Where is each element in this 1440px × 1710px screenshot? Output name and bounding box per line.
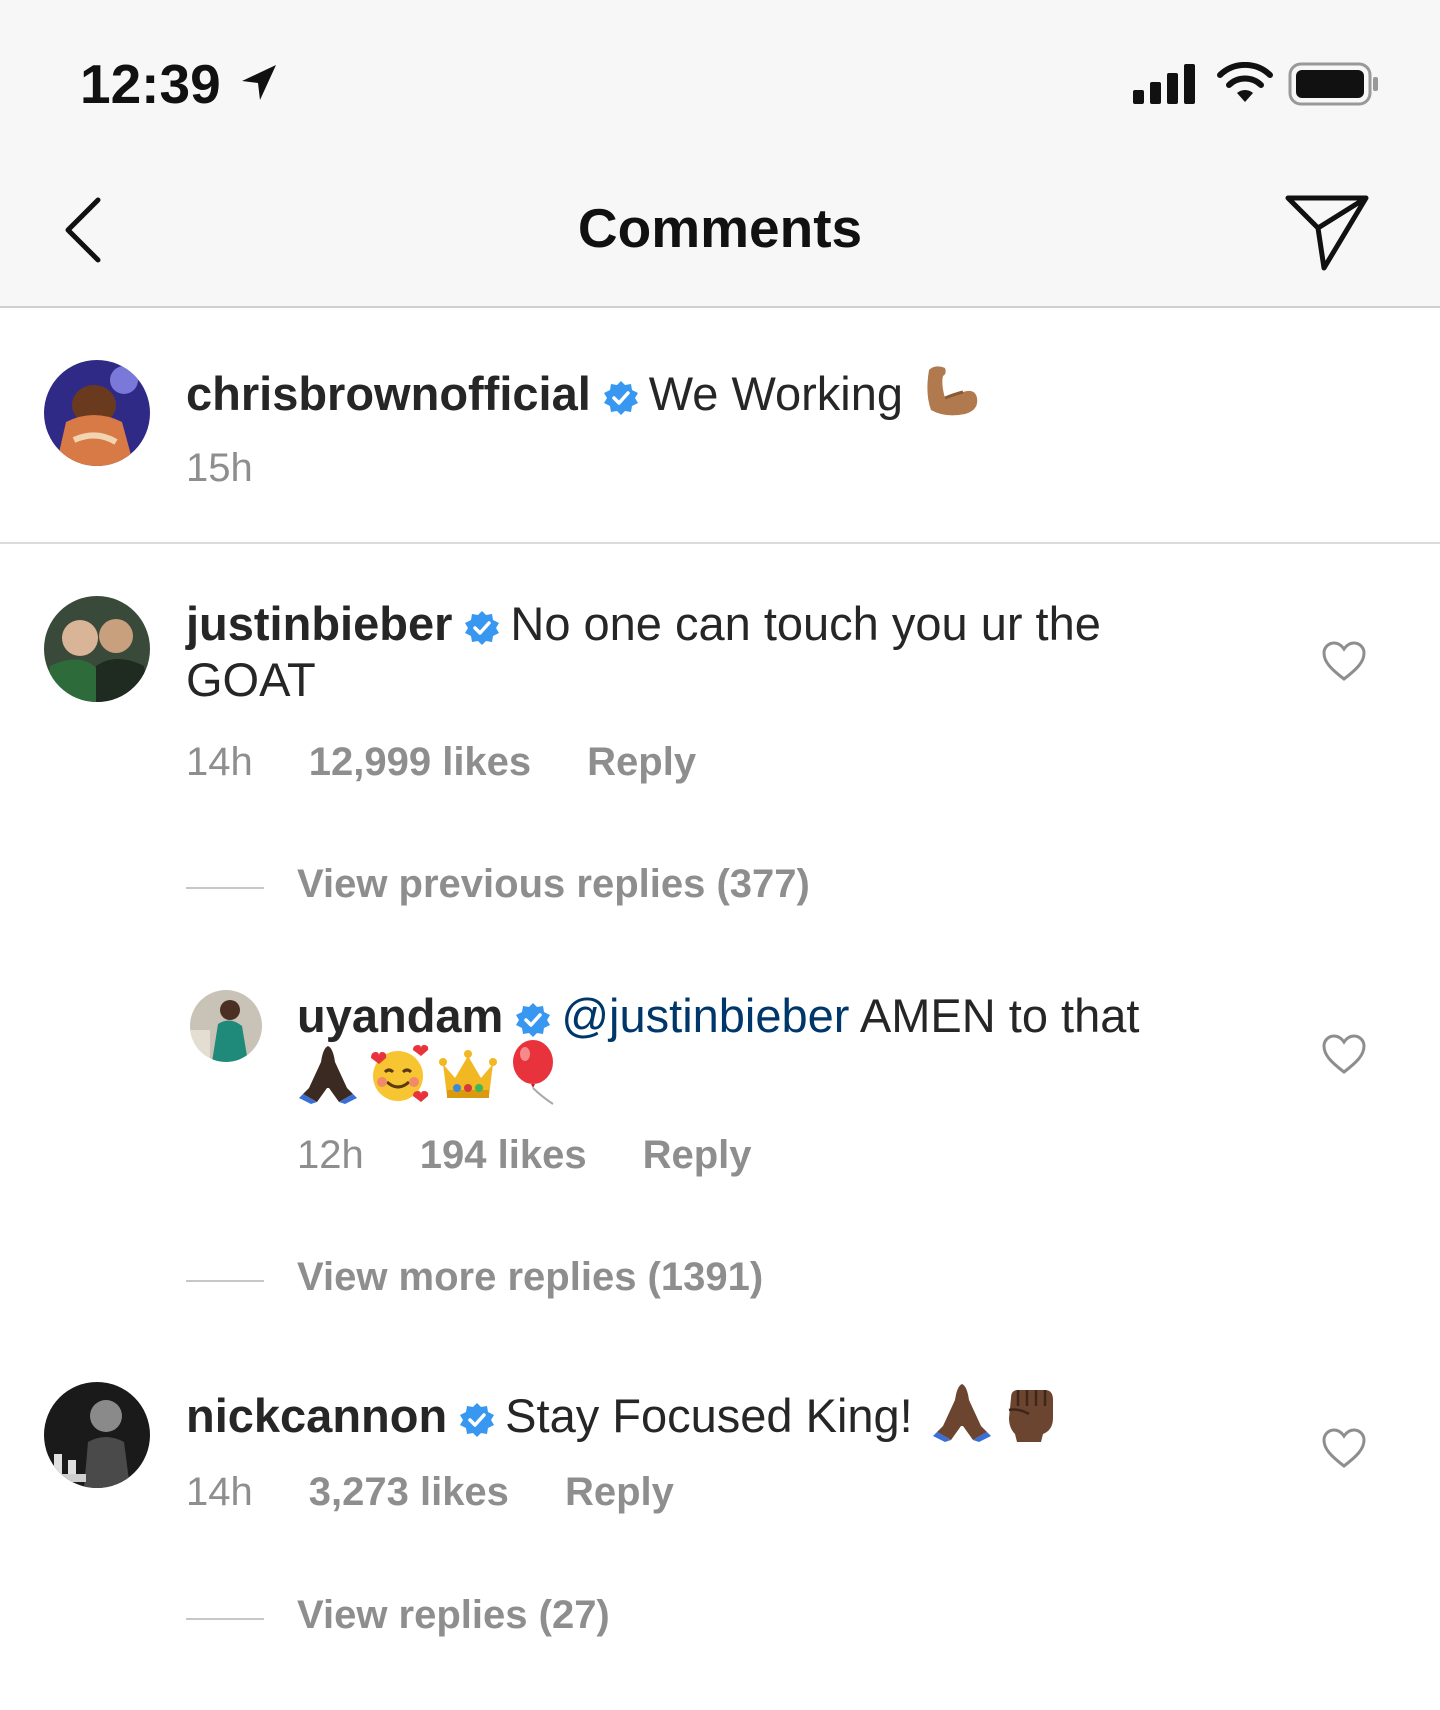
- view-replies-button[interactable]: View replies (27): [297, 1593, 610, 1638]
- verified-badge-icon: [603, 381, 638, 415]
- mention-link[interactable]: @justinbieber: [561, 989, 849, 1042]
- reply-meta: 12h 194 likes Reply: [297, 1133, 808, 1178]
- likes-count[interactable]: 3,273 likes: [309, 1470, 509, 1514]
- reply-timestamp: 12h: [297, 1133, 364, 1177]
- smiling-face-with-hearts-emoji: [371, 1045, 429, 1102]
- battery-icon: [1288, 62, 1378, 106]
- comment-timestamp: 14h: [186, 740, 253, 784]
- comment-timestamp: 14h: [186, 1470, 253, 1514]
- reply-button[interactable]: Reply: [587, 740, 696, 784]
- status-bar: 12:39: [0, 0, 1440, 150]
- comment-meta: 14h 12,999 likes Reply: [186, 740, 752, 785]
- username[interactable]: justinbieber: [186, 597, 452, 650]
- comment-text: nickcannon Stay Focused King!: [186, 1382, 1186, 1444]
- username[interactable]: nickcannon: [186, 1389, 447, 1442]
- likes-count[interactable]: 194 likes: [420, 1133, 587, 1177]
- nav-bar: Comments: [0, 150, 1440, 308]
- caption-timestamp: 15h: [186, 446, 253, 490]
- likes-count[interactable]: 12,999 likes: [309, 740, 531, 784]
- raised-fist-emoji: [1008, 1390, 1053, 1442]
- folded-hands-emoji: [932, 1384, 991, 1442]
- reply-text: uyandam @justinbieber AMEN to that: [297, 988, 1247, 1044]
- flexed-biceps-emoji: [927, 366, 978, 416]
- caption-body: We Working: [648, 367, 904, 420]
- verified-badge-icon: [516, 1003, 551, 1037]
- folded-hands-emoji: [299, 1046, 357, 1104]
- view-more-replies-button[interactable]: View more replies (1391): [297, 1255, 763, 1300]
- username[interactable]: chrisbrownofficial: [186, 367, 591, 420]
- verified-badge-icon: [460, 1403, 495, 1437]
- username[interactable]: uyandam: [297, 989, 503, 1042]
- paper-plane-icon[interactable]: [1282, 186, 1372, 276]
- divider-line: [186, 1280, 264, 1282]
- comment-meta: 14h 3,273 likes Reply: [186, 1470, 730, 1515]
- balloon-emoji: [513, 1040, 554, 1105]
- reply-button[interactable]: Reply: [565, 1470, 674, 1514]
- reply-body: AMEN to that: [859, 989, 1140, 1042]
- wifi-icon: [1217, 62, 1273, 102]
- reply-button[interactable]: Reply: [643, 1133, 752, 1177]
- avatar[interactable]: [44, 360, 150, 466]
- divider-line: [186, 887, 264, 889]
- avatar[interactable]: [190, 990, 262, 1062]
- caption-text: chrisbrownofficial We Working: [186, 364, 981, 422]
- comment-body: No one can touch you ur the: [510, 597, 1101, 650]
- page-title: Comments: [577, 197, 863, 259]
- heart-icon[interactable]: [1321, 640, 1367, 682]
- comment-body-continued: GOAT: [186, 653, 316, 706]
- divider-line: [186, 1618, 264, 1620]
- comment-text: justinbieber No one can touch you ur the …: [186, 596, 1186, 708]
- verified-badge-icon: [465, 611, 500, 645]
- heart-icon[interactable]: [1321, 1033, 1367, 1075]
- avatar[interactable]: [44, 1382, 150, 1488]
- status-time: 12:39: [80, 53, 221, 115]
- comment-body: Stay Focused King!: [505, 1389, 913, 1442]
- location-arrow-icon: [242, 65, 276, 100]
- post-caption: chrisbrownofficial We Working 15h: [0, 308, 1440, 544]
- crown-emoji: [439, 1050, 497, 1098]
- avatar[interactable]: [44, 596, 150, 702]
- signal-bars-icon: [1133, 64, 1195, 104]
- heart-icon[interactable]: [1321, 1427, 1367, 1469]
- view-previous-replies-button[interactable]: View previous replies (377): [297, 862, 810, 907]
